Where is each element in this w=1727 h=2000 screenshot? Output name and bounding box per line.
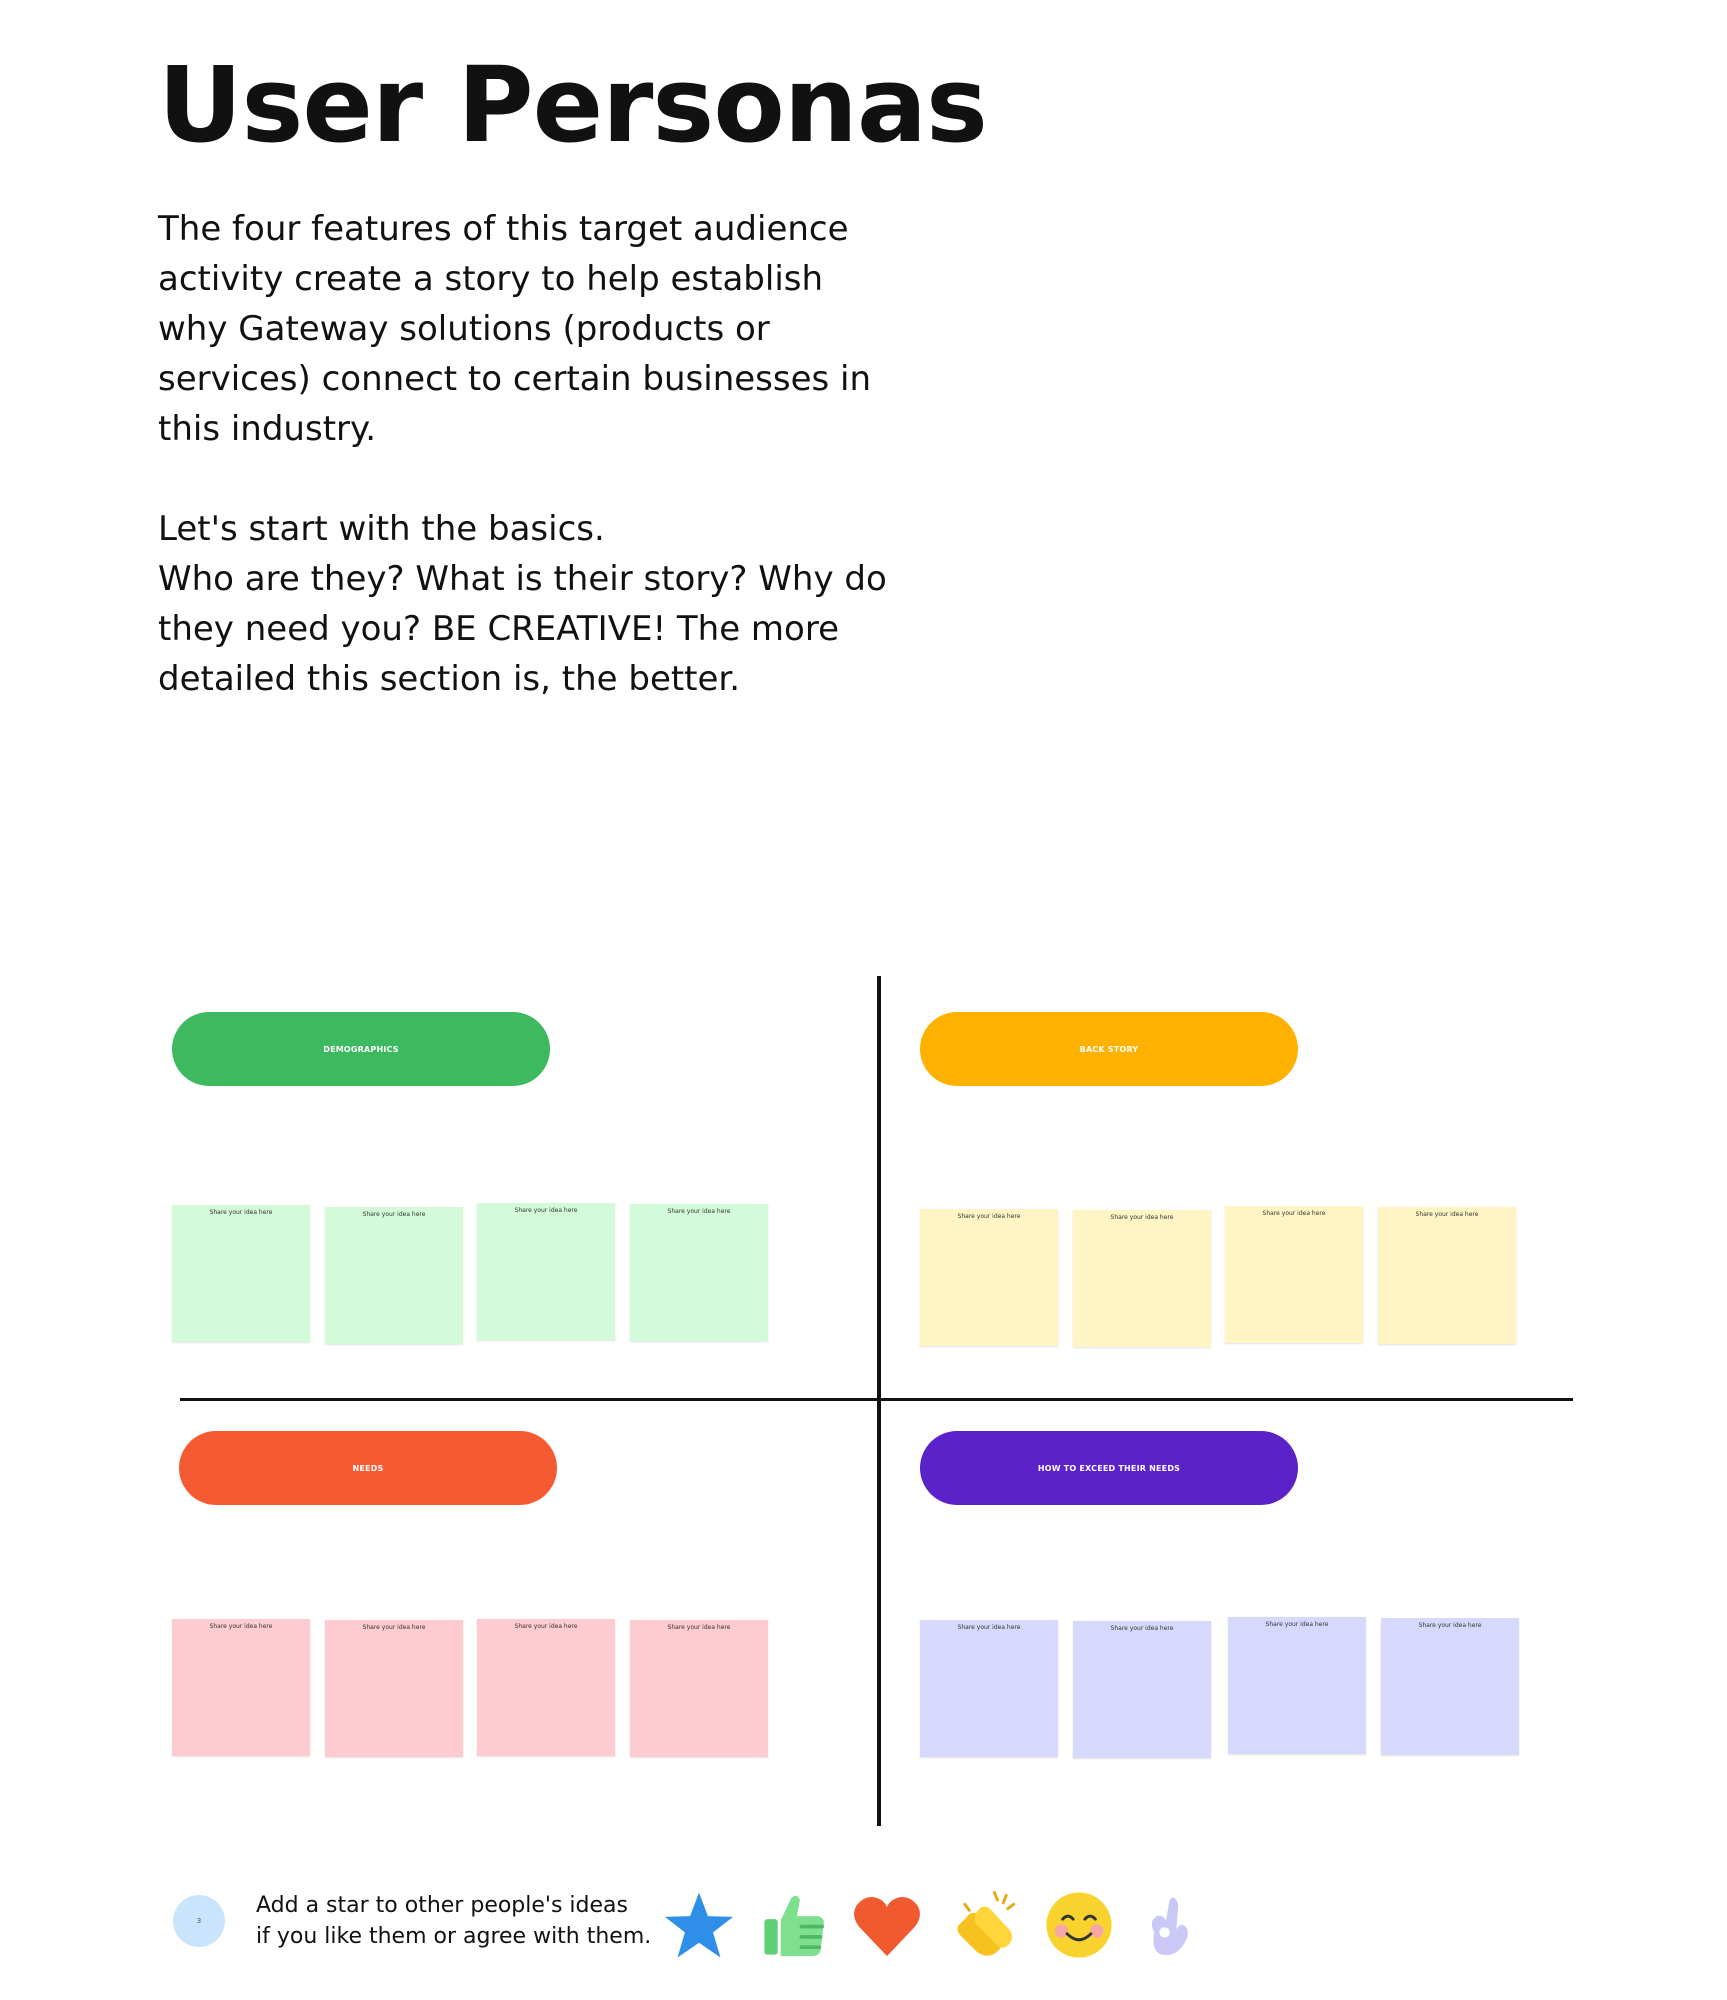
sticky-note[interactable]: Share your idea here	[172, 1619, 310, 1756]
sticky-note[interactable]: Share your idea here	[1225, 1206, 1363, 1343]
intro-line-questions: Who are they? What is their story? Why d…	[158, 559, 887, 699]
sticky-note[interactable]: Share your idea here	[1378, 1207, 1516, 1344]
quadrant-divider-horizontal	[180, 1398, 1573, 1401]
intro-line-basics: Let's start with the basics.	[158, 509, 605, 549]
intro-text: The four features of this target audienc…	[158, 204, 898, 704]
sticky-note[interactable]: Share your idea here	[630, 1204, 768, 1341]
section-pill-demographics: DEMOGRAPHICS	[172, 1012, 550, 1086]
sticky-note[interactable]: Share your idea here	[1381, 1618, 1519, 1755]
quadrant-divider-vertical	[877, 976, 881, 1826]
ok-hand-icon[interactable]	[1132, 1888, 1206, 1962]
sticky-note[interactable]: Share your idea here	[477, 1619, 615, 1756]
sticky-note[interactable]: Share your idea here	[172, 1205, 310, 1342]
page-title: User Personas	[158, 44, 988, 166]
sticky-note[interactable]: Share your idea here	[325, 1620, 463, 1757]
smiling-face-icon[interactable]	[1042, 1888, 1116, 1962]
thumbs-up-icon[interactable]	[757, 1888, 831, 1962]
sticky-note[interactable]: Share your idea here	[1228, 1617, 1366, 1754]
reaction-instructions-line-2: if you like them or agree with them.	[256, 1924, 652, 1949]
section-pill-needs: NEEDS	[179, 1431, 557, 1505]
reaction-instructions-line-1: Add a star to other people's ideas	[256, 1893, 628, 1918]
heart-icon[interactable]	[850, 1888, 924, 1962]
intro-paragraph-1: The four features of this target audienc…	[158, 209, 872, 449]
sticky-note[interactable]: Share your idea here	[477, 1203, 615, 1340]
star-icon[interactable]	[662, 1888, 736, 1962]
sticky-note[interactable]: Share your idea here	[1073, 1621, 1211, 1758]
intro-paragraph-2: Let's start with the basics. Who are the…	[158, 504, 898, 704]
section-pill-back-story: BACK STORY	[920, 1012, 1298, 1086]
clapping-hands-icon[interactable]	[950, 1888, 1024, 1962]
sticky-note[interactable]: Share your idea here	[1073, 1210, 1211, 1347]
sticky-note[interactable]: Share your idea here	[630, 1620, 768, 1757]
sticky-note[interactable]: Share your idea here	[325, 1207, 463, 1344]
sticky-note[interactable]: Share your idea here	[920, 1620, 1058, 1757]
section-pill-exceed-needs: HOW TO EXCEED THEIR NEEDS	[920, 1431, 1298, 1505]
step-badge: 3	[173, 1895, 225, 1947]
sticky-note[interactable]: Share your idea here	[920, 1209, 1058, 1346]
reaction-instructions: Add a star to other people's ideas if yo…	[256, 1890, 676, 1952]
